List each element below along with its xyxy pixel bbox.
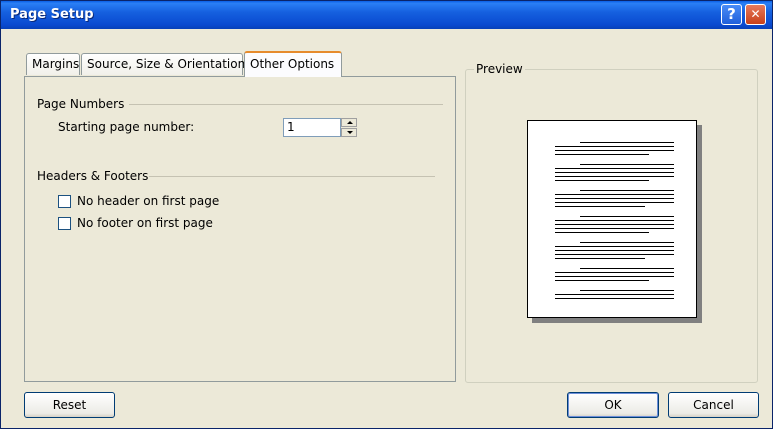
close-button[interactable]: ✕ bbox=[745, 4, 766, 25]
preview-group: Preview bbox=[465, 62, 758, 383]
preview-text-line bbox=[555, 272, 674, 273]
page-setup-dialog: Page Setup ? ✕ Margins Source, Size & Or… bbox=[0, 0, 773, 429]
preview-text-line bbox=[555, 154, 649, 155]
preview-text-line bbox=[555, 254, 674, 255]
preview-text-line bbox=[555, 180, 649, 181]
preview-text-line bbox=[555, 202, 674, 203]
close-icon: ✕ bbox=[750, 7, 761, 21]
no-header-first-page-checkbox[interactable] bbox=[58, 195, 71, 208]
headers-footers-heading: Headers & Footers bbox=[37, 169, 149, 183]
page-numbers-divider bbox=[129, 104, 443, 105]
title-bar[interactable]: Page Setup ? ✕ bbox=[1, 1, 772, 29]
preview-text-line bbox=[555, 232, 649, 233]
preview-text-line bbox=[555, 224, 674, 225]
preview-text-line bbox=[555, 172, 674, 173]
preview-text-line bbox=[580, 268, 674, 269]
starting-page-number-input[interactable]: 1 bbox=[283, 118, 341, 137]
preview-text-line bbox=[555, 146, 674, 147]
no-footer-first-page-checkbox[interactable] bbox=[58, 217, 71, 230]
preview-text-line bbox=[555, 194, 674, 195]
tab-source-size-orientation[interactable]: Source, Size & Orientation bbox=[81, 53, 245, 75]
ok-button[interactable]: OK bbox=[567, 392, 659, 418]
help-icon: ? bbox=[727, 5, 736, 23]
preview-text-line bbox=[555, 258, 645, 259]
preview-text-line bbox=[555, 298, 674, 299]
preview-text-line bbox=[555, 176, 674, 177]
tab-other-options[interactable]: Other Options bbox=[244, 51, 342, 77]
reset-button[interactable]: Reset bbox=[24, 392, 115, 418]
preview-text-line bbox=[555, 198, 674, 199]
preview-heading: Preview bbox=[474, 62, 525, 76]
preview-text-line bbox=[580, 190, 674, 191]
page-preview-icon bbox=[527, 120, 697, 318]
preview-text-line bbox=[555, 280, 649, 281]
preview-text-line bbox=[555, 250, 674, 251]
help-button[interactable]: ? bbox=[721, 4, 742, 25]
spin-down-arrow-icon[interactable] bbox=[341, 128, 357, 137]
preview-text-line bbox=[580, 142, 674, 143]
starting-page-number-label: Starting page number: bbox=[58, 120, 195, 134]
preview-text-line bbox=[555, 276, 674, 277]
preview-text-line bbox=[580, 164, 674, 165]
preview-text-line bbox=[580, 242, 674, 243]
preview-text-line bbox=[555, 206, 645, 207]
tab-margins[interactable]: Margins bbox=[26, 53, 80, 75]
preview-text-line bbox=[580, 290, 674, 291]
preview-text-line bbox=[580, 216, 674, 217]
other-options-panel: Page Numbers Starting page number: 1 Hea… bbox=[24, 76, 456, 382]
preview-text-line bbox=[555, 246, 674, 247]
cancel-button[interactable]: Cancel bbox=[668, 392, 759, 418]
headers-footers-divider bbox=[149, 176, 435, 177]
preview-text-line bbox=[555, 228, 674, 229]
preview-text-line bbox=[555, 150, 674, 151]
window-title: Page Setup bbox=[10, 7, 94, 22]
preview-text-line bbox=[555, 168, 674, 169]
spin-up-arrow-icon[interactable] bbox=[341, 118, 357, 127]
preview-text-line bbox=[555, 294, 674, 295]
no-header-first-page-label[interactable]: No header on first page bbox=[77, 194, 219, 208]
preview-text-line bbox=[555, 220, 674, 221]
no-footer-first-page-label[interactable]: No footer on first page bbox=[77, 216, 213, 230]
page-numbers-heading: Page Numbers bbox=[37, 97, 125, 111]
